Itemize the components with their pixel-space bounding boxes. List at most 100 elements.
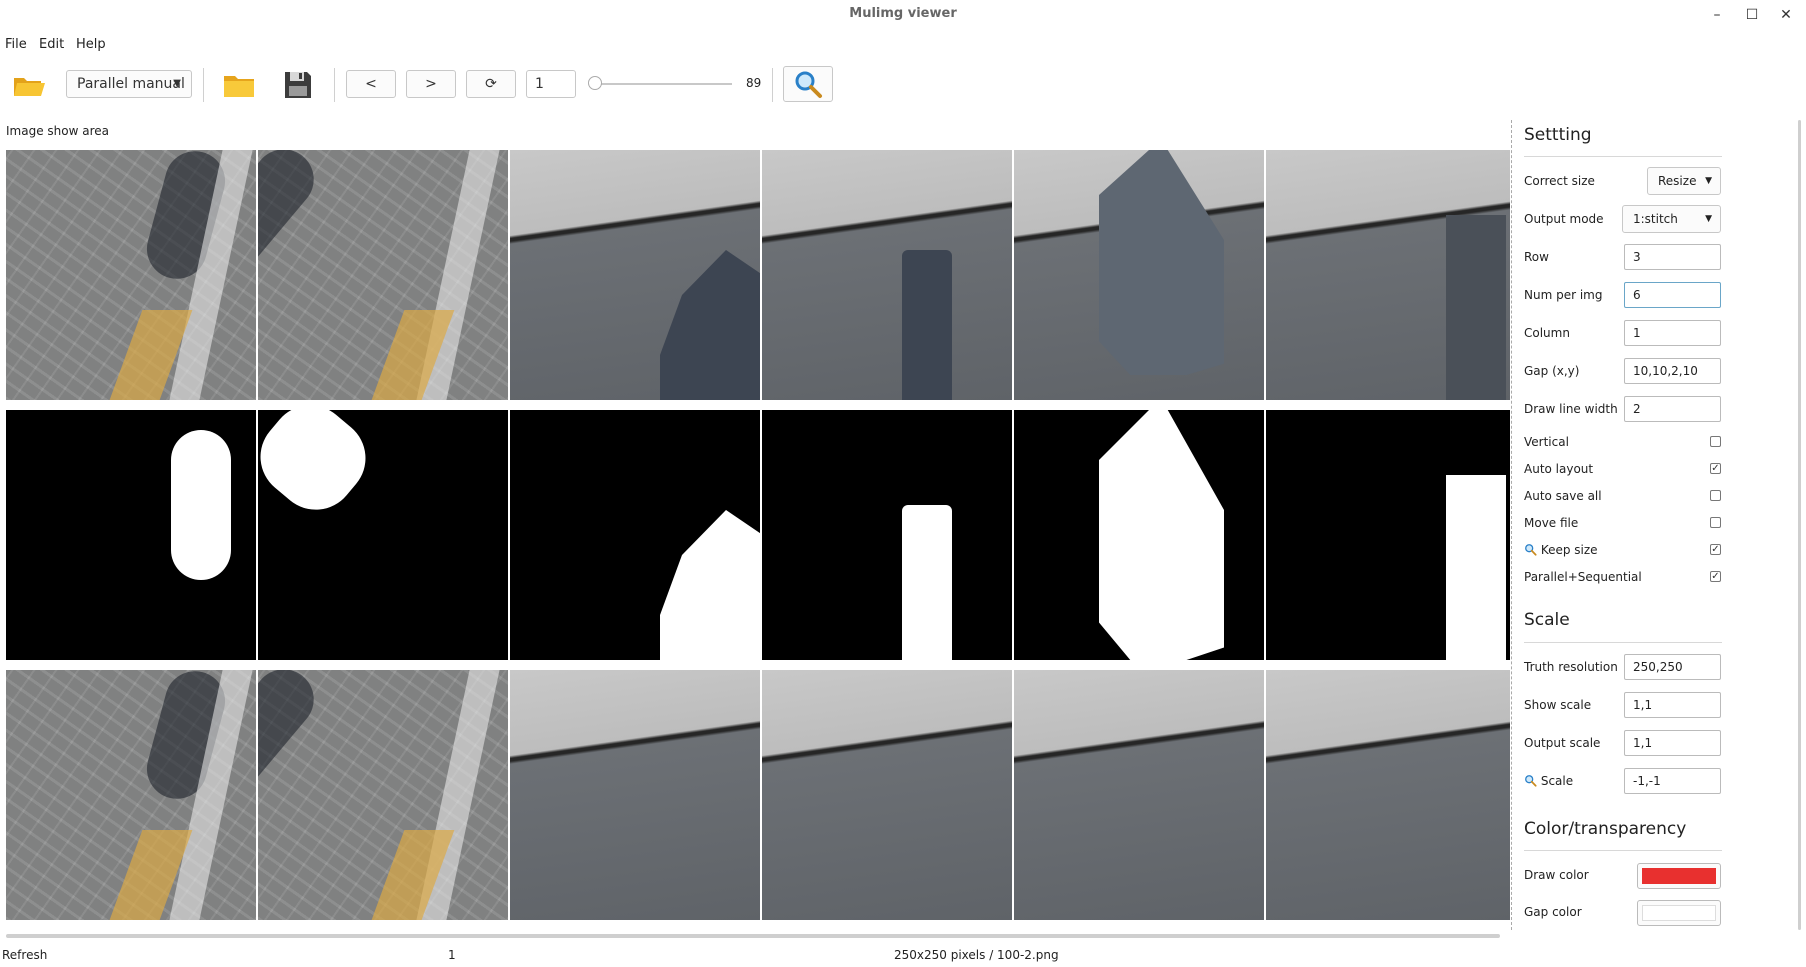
keep-size-checkbox[interactable]: ✓ bbox=[1710, 544, 1721, 555]
scale-title: Scale bbox=[1524, 610, 1570, 630]
vertical-checkbox[interactable] bbox=[1710, 436, 1721, 447]
draw-color-button[interactable] bbox=[1637, 863, 1721, 889]
photo-image-tile bbox=[510, 150, 760, 400]
parallel-sequential-label: Parallel+Sequential bbox=[1524, 570, 1642, 584]
open-folder-icon bbox=[14, 78, 45, 96]
vertical-scrollbar[interactable] bbox=[1798, 120, 1801, 930]
move-file-label: Move file bbox=[1524, 516, 1579, 530]
minimize-button[interactable]: – bbox=[1704, 4, 1730, 26]
draw-line-width-input[interactable]: 2 bbox=[1624, 396, 1721, 422]
menu-file[interactable]: File bbox=[5, 37, 27, 52]
gap-color-button[interactable] bbox=[1637, 900, 1721, 926]
mode-select-value: Parallel manual bbox=[77, 76, 185, 92]
mask-image-tile bbox=[1014, 410, 1264, 660]
photo-image-tile bbox=[1014, 670, 1264, 920]
photo-image-tile bbox=[510, 670, 760, 920]
gap-color-label: Gap color bbox=[1524, 905, 1582, 919]
horizontal-scrollbar[interactable] bbox=[6, 934, 1500, 938]
row-label: Row bbox=[1524, 250, 1549, 264]
mask-image-tile bbox=[258, 410, 508, 660]
auto-save-all-label: Auto save all bbox=[1524, 489, 1602, 503]
move-file-checkbox[interactable] bbox=[1710, 517, 1721, 528]
draw-color-label: Draw color bbox=[1524, 868, 1589, 882]
mask-image-tile bbox=[6, 410, 256, 660]
parallel-sequential-checkbox[interactable]: ✓ bbox=[1710, 571, 1721, 582]
toolbar: Parallel manual ▼ < > ⟳ 1 89 bbox=[0, 62, 1806, 110]
mask-image-tile bbox=[1266, 410, 1510, 660]
draw-color-swatch bbox=[1642, 868, 1716, 884]
mode-select[interactable]: Parallel manual ▼ bbox=[66, 70, 192, 98]
save-button[interactable] bbox=[282, 69, 314, 101]
menu-edit[interactable]: Edit bbox=[39, 37, 64, 52]
status-left: Refresh bbox=[2, 948, 48, 962]
photo-image-tile bbox=[762, 670, 1012, 920]
menu-help[interactable]: Help bbox=[76, 37, 106, 52]
num-per-img-label: Num per img bbox=[1524, 288, 1603, 302]
column-label: Column bbox=[1524, 326, 1570, 340]
num-per-img-input[interactable]: 6 bbox=[1624, 282, 1721, 308]
correct-size-select[interactable]: Resize ▼ bbox=[1647, 167, 1721, 195]
panel-divider[interactable] bbox=[1511, 120, 1513, 930]
settings-panel: Settting Correct size Resize ▼ Output mo… bbox=[1524, 120, 1724, 935]
photo-image-tile bbox=[6, 670, 256, 920]
output-scale-label: Output scale bbox=[1524, 736, 1601, 750]
photo-image-tile bbox=[1266, 670, 1510, 920]
image-area-label: Image show area bbox=[6, 124, 109, 138]
refresh-button[interactable]: ⟳ bbox=[466, 70, 516, 98]
open-folder-button[interactable] bbox=[12, 70, 46, 100]
maximize-button[interactable]: ☐ bbox=[1739, 4, 1765, 26]
mask-image-tile bbox=[510, 410, 760, 660]
output-mode-label: Output mode bbox=[1524, 212, 1604, 226]
gap-label: Gap (x,y) bbox=[1524, 364, 1580, 378]
toolbar-separator bbox=[334, 68, 335, 102]
vertical-label: Vertical bbox=[1524, 435, 1569, 449]
column-input[interactable]: 1 bbox=[1624, 320, 1721, 346]
auto-layout-label: Auto layout bbox=[1524, 462, 1594, 476]
photo-image-tile bbox=[762, 150, 1012, 400]
auto-layout-checkbox[interactable]: ✓ bbox=[1710, 463, 1721, 474]
auto-save-all-checkbox[interactable] bbox=[1710, 490, 1721, 501]
scale-row: Scale bbox=[1524, 774, 1573, 788]
title-bar: Mulimg viewer – ☐ ✕ bbox=[0, 0, 1806, 30]
magnifier-icon bbox=[1525, 544, 1537, 556]
chevron-down-icon: ▼ bbox=[173, 78, 181, 89]
floppy-disk-icon bbox=[285, 72, 311, 98]
photo-image-tile bbox=[258, 670, 508, 920]
magnifier-icon bbox=[1525, 775, 1537, 787]
toolbar-separator bbox=[772, 68, 773, 102]
open-dir-button[interactable] bbox=[222, 70, 256, 100]
next-button[interactable]: > bbox=[406, 70, 456, 98]
zoom-slider[interactable] bbox=[588, 76, 734, 92]
show-scale-input[interactable]: 1,1 bbox=[1624, 692, 1721, 718]
truth-resolution-input[interactable]: 250,250 bbox=[1624, 654, 1721, 680]
gap-input[interactable]: 10,10,2,10 bbox=[1624, 358, 1721, 384]
folder-icon bbox=[224, 76, 254, 97]
toolbar-separator bbox=[203, 68, 204, 102]
status-file-info: 250x250 pixels / 100-2.png bbox=[894, 948, 1059, 962]
chevron-down-icon: ▼ bbox=[1705, 214, 1712, 224]
previous-button[interactable]: < bbox=[346, 70, 396, 98]
window-title: Mulimg viewer bbox=[849, 6, 957, 21]
output-scale-input[interactable]: 1,1 bbox=[1624, 730, 1721, 756]
setting-title: Settting bbox=[1524, 125, 1592, 145]
divider bbox=[1524, 850, 1722, 851]
divider bbox=[1524, 156, 1722, 157]
slider-value: 89 bbox=[746, 76, 762, 90]
image-grid[interactable] bbox=[6, 150, 1510, 920]
show-scale-label: Show scale bbox=[1524, 698, 1592, 712]
mask-image-tile bbox=[762, 410, 1012, 660]
slider-handle[interactable] bbox=[588, 76, 602, 90]
color-transparency-title: Color/transparency bbox=[1524, 819, 1687, 839]
row-input[interactable]: 3 bbox=[1624, 244, 1721, 270]
scale-input[interactable]: -1,-1 bbox=[1624, 768, 1721, 794]
photo-image-tile bbox=[1266, 150, 1510, 400]
status-index: 1 bbox=[448, 948, 456, 962]
photo-image-tile bbox=[258, 150, 508, 400]
magnifier-icon bbox=[795, 71, 822, 98]
keep-size-row: Keep size bbox=[1524, 543, 1598, 557]
magnifier-button[interactable] bbox=[783, 66, 833, 102]
gap-color-swatch bbox=[1642, 905, 1716, 921]
close-button[interactable]: ✕ bbox=[1773, 4, 1799, 26]
page-input[interactable]: 1 bbox=[526, 70, 576, 98]
output-mode-select[interactable]: 1:stitch ▼ bbox=[1622, 205, 1721, 233]
